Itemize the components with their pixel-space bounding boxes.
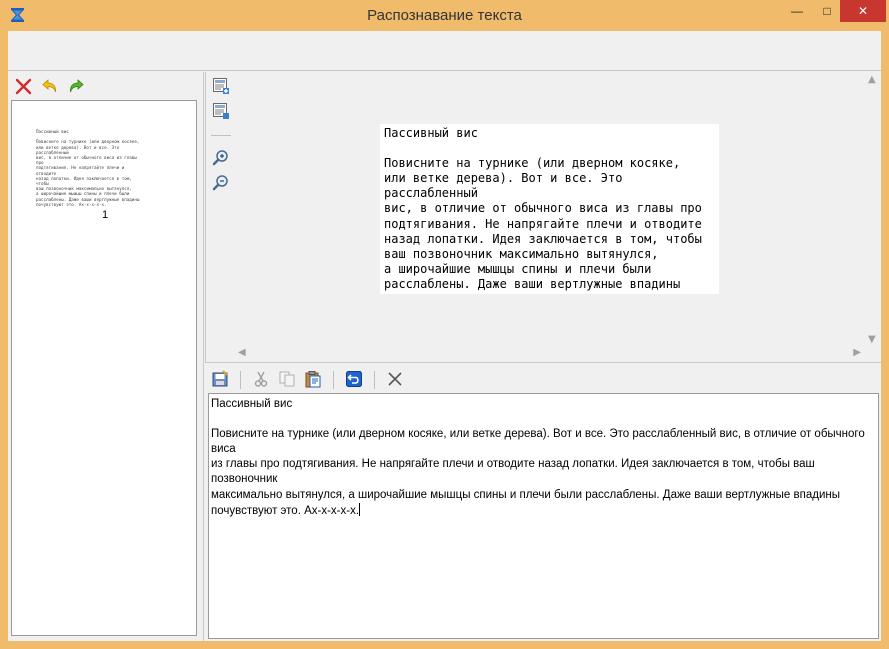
copy-icon bbox=[278, 370, 296, 391]
image-viewer: Пассивный вис Повисните на турнике (или … bbox=[205, 72, 881, 362]
page-properties-button[interactable] bbox=[210, 101, 232, 123]
thumbnail-list[interactable]: Пассивный вис Повисните на турнике (или … bbox=[11, 100, 197, 636]
top-strip bbox=[8, 31, 881, 71]
toolbar-separator bbox=[240, 371, 241, 389]
minimize-icon: — bbox=[791, 4, 803, 18]
window-title: Распознавание текста bbox=[367, 7, 522, 24]
scroll-up-icon[interactable]: ▲ bbox=[868, 74, 876, 85]
undo-button[interactable] bbox=[40, 78, 59, 97]
scanned-image[interactable]: Пассивный вис Повисните на турнике (или … bbox=[380, 124, 719, 294]
editor-toolbar bbox=[209, 367, 406, 393]
title-bar: Распознавание текста — □ ✕ bbox=[0, 0, 889, 31]
undo-edit-button[interactable] bbox=[343, 369, 365, 391]
toolbar-separator bbox=[374, 371, 375, 389]
redo-button[interactable] bbox=[66, 78, 85, 97]
scroll-down-icon[interactable]: ▼ bbox=[868, 334, 876, 345]
clear-icon bbox=[386, 370, 404, 391]
clear-text-button[interactable] bbox=[384, 369, 406, 391]
horizontal-scrollbar[interactable]: ◀ ▶ bbox=[234, 345, 865, 362]
paste-icon bbox=[304, 370, 322, 391]
scroll-left-icon[interactable]: ◀ bbox=[238, 347, 246, 358]
window-client: Пассивный вис Повисните на турнике (или … bbox=[8, 31, 881, 641]
viewer-toolbar bbox=[210, 76, 232, 198]
close-button[interactable]: ✕ bbox=[840, 0, 886, 22]
maximize-button[interactable]: □ bbox=[814, 0, 840, 22]
redo-icon bbox=[67, 77, 85, 98]
toolbar-separator bbox=[333, 371, 334, 389]
zoom-in-button[interactable] bbox=[210, 148, 232, 170]
cut-button[interactable] bbox=[250, 369, 272, 391]
editor-text: Пассивный вис Повисните на турнике (или … bbox=[211, 398, 865, 517]
scroll-right-icon[interactable]: ▶ bbox=[853, 347, 861, 358]
copy-button[interactable] bbox=[276, 369, 298, 391]
undo-icon bbox=[41, 77, 59, 98]
page-thumbnail[interactable]: Пассивный вис Повисните на турнике (или … bbox=[36, 129, 146, 207]
delete-icon bbox=[15, 78, 32, 98]
page-number: 1 bbox=[101, 209, 109, 221]
close-icon: ✕ bbox=[857, 4, 869, 18]
pages-panel: Пассивный вис Повисните на турнике (или … bbox=[8, 72, 204, 641]
text-editor-panel: Пассивный вис Повисните на турнике (или … bbox=[205, 367, 881, 641]
zoom-in-icon bbox=[212, 149, 230, 170]
vertical-scrollbar[interactable]: ▲ ▼ bbox=[864, 72, 881, 347]
text-caret bbox=[359, 502, 361, 516]
zoom-out-button[interactable] bbox=[210, 173, 232, 195]
add-page-icon bbox=[212, 77, 230, 98]
cut-icon bbox=[252, 370, 270, 391]
maximize-icon: □ bbox=[823, 4, 831, 18]
delete-page-button[interactable] bbox=[14, 78, 33, 97]
paste-button[interactable] bbox=[302, 369, 324, 391]
pages-toolbar bbox=[14, 78, 85, 97]
save-button[interactable] bbox=[209, 369, 231, 391]
minimize-button[interactable]: — bbox=[780, 0, 814, 22]
undo-icon bbox=[345, 370, 363, 391]
add-page-button[interactable] bbox=[210, 76, 232, 98]
recognized-text-editor[interactable]: Пассивный вис Повисните на турнике (или … bbox=[208, 393, 879, 639]
zoom-out-icon bbox=[212, 174, 230, 195]
save-icon bbox=[211, 369, 229, 391]
page-properties-icon bbox=[212, 102, 230, 123]
toolbar-separator bbox=[211, 135, 231, 136]
